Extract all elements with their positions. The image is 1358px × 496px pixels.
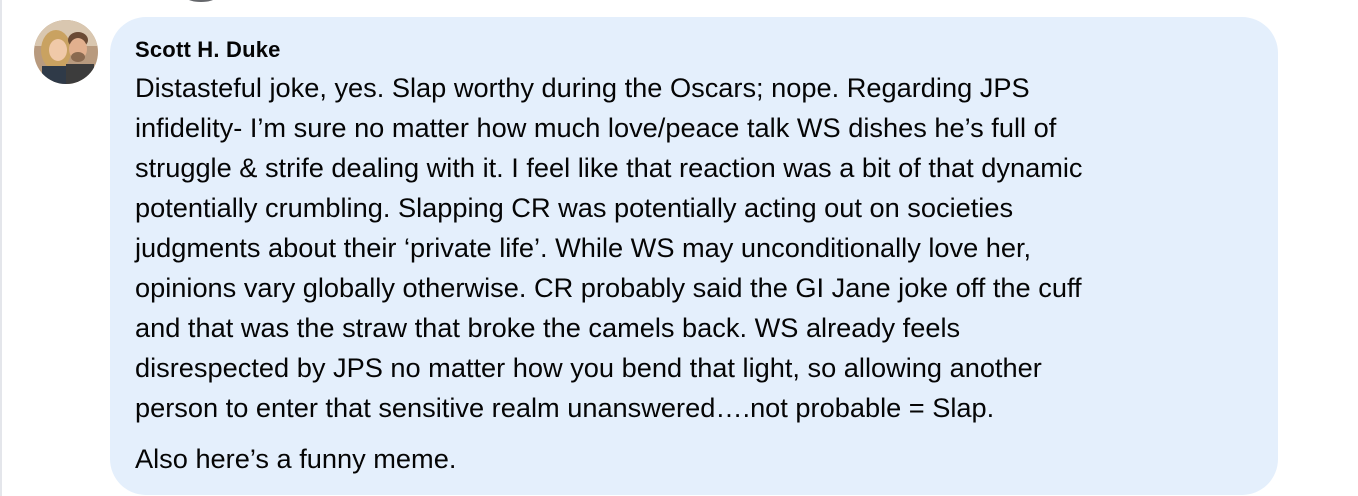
comment-line: infidelity- I’m sure no matter how much … (135, 112, 1057, 143)
thread-line (0, 0, 2, 496)
comment-line: and that was the straw that broke the ca… (135, 312, 961, 343)
comment-line: disrespected by JPS no matter how you be… (135, 352, 1042, 383)
comment-bubble: Scott H. Duke Distasteful joke, yes. Sla… (110, 17, 1278, 495)
avatar-photo-icon (34, 20, 98, 84)
comment-line: opinions vary globally otherwise. CR pro… (135, 272, 1082, 303)
comment-line: Distasteful joke, yes. Slap worthy durin… (135, 72, 1030, 103)
comment-line: person to enter that sensitive realm una… (135, 392, 995, 423)
comment-second-paragraph: Also here’s a funny meme. (135, 443, 457, 474)
avatar[interactable] (34, 20, 98, 84)
comment-line: potentially crumbling. Slapping CR was p… (135, 192, 1014, 223)
comment-author-name[interactable]: Scott H. Duke (135, 37, 1254, 63)
comment-body: Distasteful joke, yes. Slap worthy durin… (135, 68, 1254, 479)
comment-line: struggle & strife dealing with it. I fee… (135, 152, 1083, 183)
comment-line: judgments about their ‘private life’. Wh… (135, 232, 1032, 263)
previous-item-edge (186, 0, 216, 2)
